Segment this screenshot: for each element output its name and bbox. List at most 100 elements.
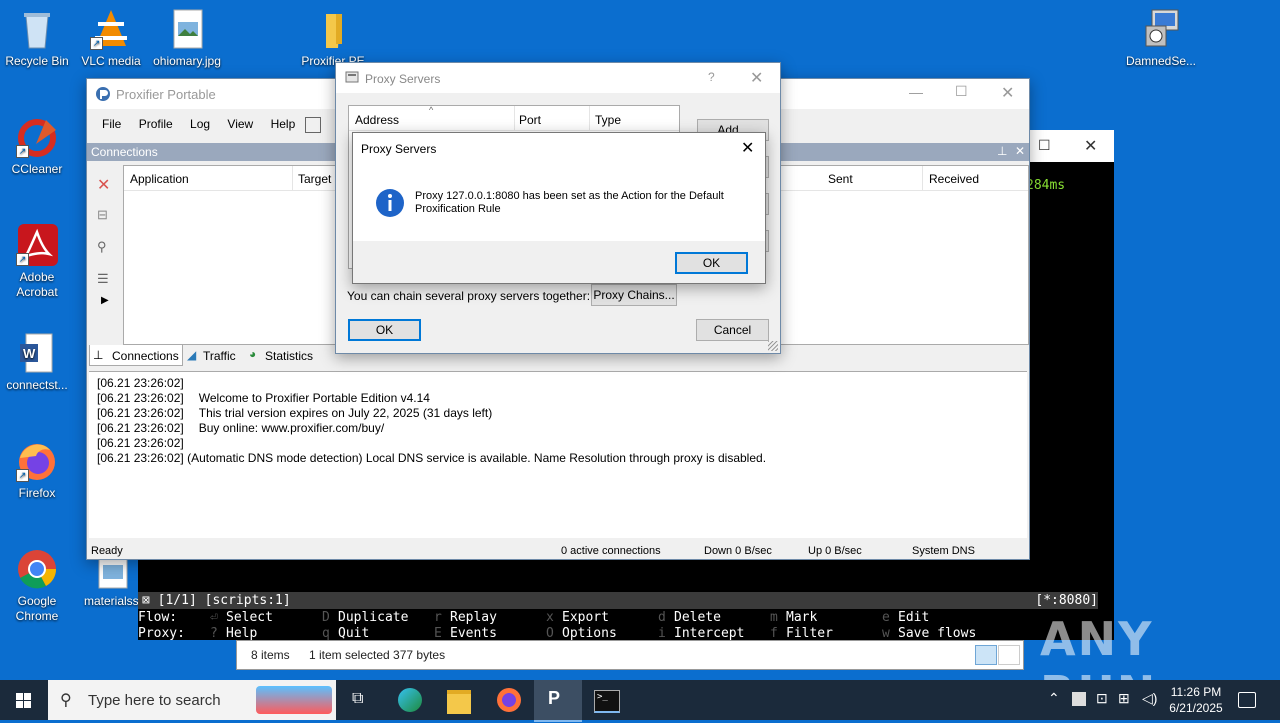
keybind-export[interactable]: Export bbox=[562, 610, 609, 625]
terminal-taskbar-icon[interactable]: >_ bbox=[594, 690, 620, 713]
log-line: [06.21 23:26:02] (Automatic DNS mode det… bbox=[97, 451, 766, 465]
status-active-connections: 0 active connections bbox=[561, 545, 661, 557]
keybind-edit[interactable]: Edit bbox=[898, 610, 929, 625]
log-message: Buy online: www.proxifier.com/buy/ bbox=[198, 421, 385, 435]
desktop-icon-chrome[interactable]: Google Chrome bbox=[0, 548, 74, 624]
tray-app-icon[interactable] bbox=[1072, 692, 1086, 706]
keybind-delete[interactable]: Delete bbox=[674, 610, 721, 625]
taskbar-search-box[interactable]: ⚲ Type here to search bbox=[48, 680, 336, 720]
key-hint: e bbox=[882, 610, 890, 625]
column-application[interactable]: Application bbox=[130, 172, 189, 186]
tab-statistics[interactable]: ◕ Statistics bbox=[249, 345, 319, 365]
toolbar-proxy-servers-icon[interactable] bbox=[305, 117, 321, 133]
explorer-item-count: 8 items bbox=[251, 648, 290, 662]
log-pane[interactable]: [06.21 23:26:02] [06.21 23:26:02] Welcome… bbox=[89, 371, 1027, 538]
keybind-filter[interactable]: Filter bbox=[786, 626, 833, 641]
proxy-chains-button[interactable]: Proxy Chains... bbox=[591, 284, 677, 306]
column-address[interactable]: Address bbox=[355, 113, 399, 127]
keybind-quit[interactable]: Quit bbox=[338, 626, 369, 641]
close-button[interactable]: ✕ bbox=[750, 68, 763, 88]
menu-help[interactable]: Help bbox=[271, 117, 296, 131]
terminal-restore-button[interactable]: ☐ bbox=[1038, 138, 1051, 154]
status-up: Up 0 B/sec bbox=[808, 545, 862, 557]
notification-icon[interactable] bbox=[1238, 692, 1256, 708]
message-box: Proxy Servers ✕ Proxy 127.0.0.1:8080 has… bbox=[352, 132, 766, 284]
chain-text: You can chain several proxy servers toge… bbox=[347, 289, 591, 303]
edge-icon[interactable] bbox=[398, 688, 422, 712]
firefox-taskbar-icon[interactable] bbox=[497, 688, 521, 712]
column-type[interactable]: Type bbox=[595, 113, 621, 127]
keybind-replay[interactable]: Replay bbox=[450, 610, 497, 625]
terminal-close-button[interactable]: ✕ bbox=[1084, 136, 1097, 155]
desktop-icon-label: connectst... bbox=[6, 378, 68, 392]
keybind-select[interactable]: Select bbox=[226, 610, 273, 625]
details-view-icon[interactable] bbox=[975, 645, 997, 665]
resize-grip-icon[interactable] bbox=[768, 341, 778, 351]
key-hint: E bbox=[434, 626, 442, 641]
desktop-icon-proxifier-folder[interactable]: Proxifier PE bbox=[296, 8, 370, 69]
menu-view[interactable]: View bbox=[227, 117, 253, 131]
resolve-icon[interactable]: ⚲ bbox=[97, 239, 107, 255]
desktop-icon-vlc[interactable]: ↗ VLC media bbox=[74, 8, 148, 69]
terminal-status-left: ⊠ [1/1] [scripts:1] bbox=[142, 593, 291, 608]
help-button[interactable]: ? bbox=[708, 70, 715, 84]
show-hidden-icons[interactable]: ⌃ bbox=[1048, 690, 1060, 707]
keybind-intercept[interactable]: Intercept bbox=[674, 626, 744, 641]
tab-traffic[interactable]: ◢ Traffic bbox=[187, 345, 243, 365]
ok-button[interactable]: OK bbox=[348, 319, 421, 341]
desktop-icon-acrobat[interactable]: ↗ Adobe Acrobat bbox=[0, 224, 74, 300]
keybind-save-flows[interactable]: Save flows bbox=[898, 626, 976, 641]
desktop-icon-label: Firefox bbox=[18, 486, 56, 500]
menu-log[interactable]: Log bbox=[190, 117, 210, 131]
close-connection-icon[interactable]: ✕ bbox=[97, 175, 110, 195]
tab-statistics-label: Statistics bbox=[265, 349, 314, 363]
keybind-events[interactable]: Events bbox=[450, 626, 497, 641]
task-view-icon[interactable]: ⧉ bbox=[352, 690, 363, 708]
tab-traffic-label: Traffic bbox=[203, 349, 236, 363]
pin-icon[interactable]: ⊥ bbox=[997, 144, 1007, 158]
clock[interactable]: 11:26 PM 6/21/2025 bbox=[1164, 684, 1228, 716]
key-hint: ⏎ bbox=[210, 610, 218, 625]
keybind-help[interactable]: Help bbox=[226, 626, 257, 641]
kill-icon[interactable]: ⊟ bbox=[97, 207, 108, 223]
minimize-button[interactable]: — bbox=[909, 84, 923, 100]
ccleaner-icon: ↗ bbox=[16, 116, 58, 158]
large-icons-view-icon[interactable] bbox=[998, 645, 1020, 665]
status-down: Down 0 B/sec bbox=[704, 545, 772, 557]
tab-connections[interactable]: ⊥ Connections bbox=[89, 345, 183, 366]
terminal-taskbar-glyph: >_ bbox=[597, 692, 608, 702]
desktop-icon-ohiomary[interactable]: ohiomary.jpg bbox=[150, 8, 224, 69]
volume-icon[interactable]: ◁) bbox=[1142, 690, 1157, 707]
desktop-icon-damnedse[interactable]: DamnedSe... bbox=[1124, 8, 1198, 69]
close-button[interactable]: ✕ bbox=[1001, 83, 1014, 103]
expand-arrow-icon[interactable]: ▶ bbox=[101, 295, 109, 306]
ethernet-icon[interactable]: ⊞ bbox=[1118, 690, 1130, 707]
proxifier-taskbar-icon[interactable]: P bbox=[534, 680, 582, 722]
network-icon[interactable]: ⊡ bbox=[1096, 690, 1108, 707]
column-target[interactable]: Target bbox=[298, 172, 331, 186]
menu-file[interactable]: File bbox=[102, 117, 121, 131]
cancel-button[interactable]: Cancel bbox=[696, 319, 769, 341]
file-explorer-icon[interactable] bbox=[447, 690, 471, 714]
keybind-options[interactable]: Options bbox=[562, 626, 617, 641]
keybind-mark[interactable]: Mark bbox=[786, 610, 817, 625]
desktop-icon-recycle-bin[interactable]: Recycle Bin bbox=[0, 8, 74, 69]
column-port[interactable]: Port bbox=[519, 113, 541, 127]
list-icon[interactable]: ☰ bbox=[97, 271, 109, 287]
desktop-icon-ccleaner[interactable]: ↗ CCleaner bbox=[0, 116, 74, 177]
ok-button[interactable]: OK bbox=[675, 252, 748, 274]
start-button[interactable] bbox=[0, 680, 48, 720]
maximize-button[interactable]: ☐ bbox=[955, 83, 968, 100]
explorer-selection: 1 item selected 377 bytes bbox=[309, 648, 446, 662]
column-sent[interactable]: Sent bbox=[828, 172, 853, 186]
panel-close-icon[interactable]: ✕ bbox=[1015, 144, 1025, 158]
column-received[interactable]: Received bbox=[929, 172, 979, 186]
close-button[interactable]: ✕ bbox=[741, 138, 754, 158]
menu-profile[interactable]: Profile bbox=[139, 117, 173, 131]
desktop-icon-label: Adobe Acrobat bbox=[16, 270, 58, 299]
keybind-duplicate[interactable]: Duplicate bbox=[338, 610, 408, 625]
key-hint: D bbox=[322, 610, 330, 625]
desktop-icon-connectst[interactable]: W connectst... bbox=[0, 332, 74, 393]
key-hint: x bbox=[546, 610, 554, 625]
desktop-icon-firefox[interactable]: ↗ Firefox bbox=[0, 440, 74, 501]
